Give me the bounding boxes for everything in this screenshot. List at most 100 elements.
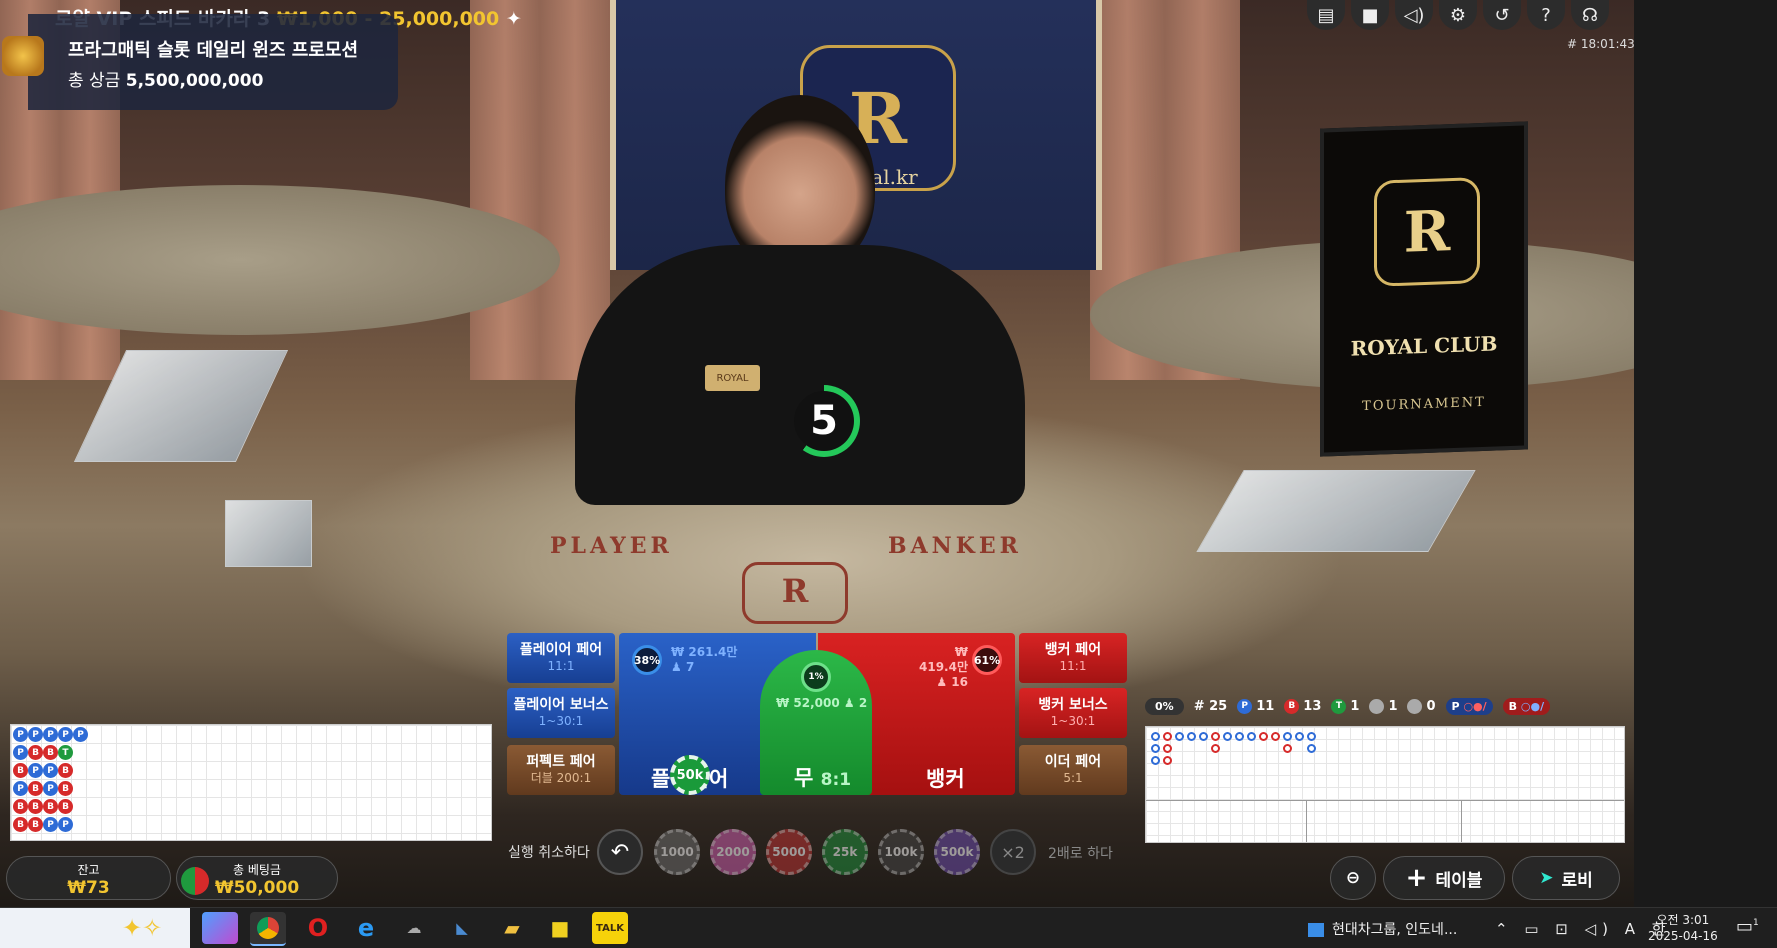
bead-P: P xyxy=(28,727,43,742)
card-stack xyxy=(225,500,312,567)
stats-percent: 0% xyxy=(1145,697,1184,715)
stats-player-pair: 1 xyxy=(1369,698,1397,714)
volume-icon[interactable]: ◁) xyxy=(1395,0,1433,30)
copilot-icon[interactable] xyxy=(202,912,238,944)
sticky-notes-icon[interactable]: ■ xyxy=(542,912,578,944)
bead-B: B xyxy=(28,817,43,832)
chip-100k[interactable]: 100k xyxy=(878,829,924,875)
predict-player[interactable]: P ○●/ xyxy=(1445,697,1493,715)
bead-B: B xyxy=(43,799,58,814)
promo-banner[interactable]: 프라그매틱 슬롯 데일리 윈즈 프로모션 총 상금 5,500,000,000 xyxy=(2,14,398,110)
history-icon[interactable]: ↺ xyxy=(1483,0,1521,30)
bead-P: P xyxy=(43,727,58,742)
bet-tie[interactable]: 1% ₩ 52,000 ♟ 2 무 8:1 xyxy=(760,650,872,795)
tie-label: 무 8:1 xyxy=(794,766,852,790)
stats-tie: T1 xyxy=(1331,698,1359,714)
clock[interactable]: 오전 3:01 2025-04-16 xyxy=(1648,912,1718,944)
felt-crest: R xyxy=(742,562,848,624)
banker-stats: ₩ 419.4만 ♟ 16 xyxy=(919,645,968,689)
app-icon[interactable]: ☁ xyxy=(396,912,432,944)
placed-chip: 50k xyxy=(670,755,710,795)
double-button[interactable]: ×2 xyxy=(990,829,1036,875)
news-widget[interactable]: 현대차그룹, 인도네... xyxy=(1308,919,1457,939)
banker-dot-icon: B xyxy=(1284,698,1300,714)
kakaotalk-icon[interactable]: TALK xyxy=(592,912,628,944)
bead-B: B xyxy=(13,817,28,832)
chat-icon[interactable]: ▤ xyxy=(1307,0,1345,30)
sparkle-icon: ✦✧ xyxy=(122,914,163,942)
folder-icon[interactable]: ▰ xyxy=(494,912,530,944)
banker-percent: 61% xyxy=(972,645,1002,675)
bead-P: P xyxy=(28,763,43,778)
bet-banker-pair[interactable]: 뱅커 페어 11:1 xyxy=(1019,633,1127,683)
double-label: 2배로 하다 xyxy=(1048,846,1113,862)
road-stats: 0% # 25 P 11 B 13 T1 1 0 P ○●/ B ○●/ xyxy=(1145,694,1623,718)
chip-25k[interactable]: 25k xyxy=(822,829,868,875)
table-button[interactable]: + 테이블 xyxy=(1383,856,1505,900)
bet-perfect-pair[interactable]: 퍼펙트 페어 더블 200:1 xyxy=(507,745,615,795)
taskbar-search[interactable]: ✦✧ xyxy=(0,908,190,948)
balance-value: ₩73 xyxy=(67,878,110,898)
stats-player: P 11 xyxy=(1237,698,1274,714)
undo-button[interactable]: ↶ xyxy=(597,829,643,875)
derived-roads xyxy=(1145,726,1625,843)
bead-B: B xyxy=(13,763,28,778)
bead-T: T xyxy=(58,745,73,760)
chip-1000[interactable]: 1000 xyxy=(654,829,700,875)
windows-taskbar: ✦✧ O e ☁ ◣ ▰ ■ TALK 현대차그룹, 인도네... ⌃ ▭ ⊡ … xyxy=(0,907,1777,948)
bead-P: P xyxy=(13,745,28,760)
promo-prize: 총 상금 5,500,000,000 xyxy=(68,71,264,91)
news-icon xyxy=(1308,923,1324,937)
bead-P: P xyxy=(43,781,58,796)
help-icon[interactable]: ? xyxy=(1527,0,1565,30)
support-icon[interactable]: ☊ xyxy=(1571,0,1609,30)
right-margin xyxy=(1634,0,1777,907)
promo-title: 프라그매틱 슬롯 데일리 윈즈 프로모션 xyxy=(68,40,359,61)
royal-club-board: R ROYAL CLUB TOURNAMENT xyxy=(1320,121,1528,457)
undo-icon: ↶ xyxy=(610,839,630,865)
bead-P: P xyxy=(58,727,73,742)
chrome-icon[interactable] xyxy=(250,912,286,946)
felt-player-label: PLAYER xyxy=(550,533,673,559)
bead-B: B xyxy=(28,799,43,814)
bead-P: P xyxy=(43,763,58,778)
bet-shape-button[interactable]: ⊖ xyxy=(1330,856,1376,900)
bet-banker-bonus[interactable]: 뱅커 보너스 1~30:1 xyxy=(1019,688,1127,738)
felt-banker-label: BANKER xyxy=(888,533,1022,559)
stats-rounds: # 25 xyxy=(1193,698,1228,714)
bead-B: B xyxy=(28,781,43,796)
app2-icon[interactable]: ◣ xyxy=(444,912,480,944)
bet-player-bonus[interactable]: 플레이어 보너스 1~30:1 xyxy=(507,688,615,738)
bet-either-pair[interactable]: 이더 페어 5:1 xyxy=(1019,745,1127,795)
gear-icon[interactable]: ⚙ xyxy=(1439,0,1477,30)
pin-icon[interactable]: ✦ xyxy=(506,8,522,30)
treasure-icon xyxy=(2,36,44,76)
bead-B: B xyxy=(43,745,58,760)
game-id: # 18:01:43 xyxy=(1567,37,1635,51)
top-toolbar: ▤ ■ ◁) ⚙ ↺ ? ☊ xyxy=(1307,0,1609,30)
chip-2000[interactable]: 2000 xyxy=(710,829,756,875)
stats-banker-pair: 0 xyxy=(1407,698,1436,714)
notification-icon[interactable]: ▭1 xyxy=(1736,916,1759,937)
bead-P: P xyxy=(13,781,28,796)
bet-player-pair[interactable]: 플레이어 페어 11:1 xyxy=(507,633,615,683)
chip-500k[interactable]: 500k xyxy=(934,829,980,875)
balance-display: 잔고 ₩73 xyxy=(6,856,171,900)
lobby-button[interactable]: ➤ 로비 xyxy=(1512,856,1620,900)
video-icon[interactable]: ■ xyxy=(1351,0,1389,30)
countdown-timer: 5 xyxy=(788,385,860,457)
dealer-badge: ROYAL xyxy=(705,365,760,391)
board-club: ROYAL CLUB xyxy=(1350,331,1498,361)
system-tray[interactable]: ⌃ ▭ ⊡ ◁) A 한 xyxy=(1495,918,1672,939)
player-pair-icon xyxy=(1369,698,1385,714)
opera-icon[interactable]: O xyxy=(300,912,336,944)
predict-banker[interactable]: B ○●/ xyxy=(1502,697,1551,715)
ie-icon[interactable]: e xyxy=(348,912,384,944)
tie-dot-icon: T xyxy=(1331,698,1347,714)
countdown-value: 5 xyxy=(794,391,854,451)
chip-5000[interactable]: 5000 xyxy=(766,829,812,875)
bead-B: B xyxy=(28,745,43,760)
bead-B: B xyxy=(13,799,28,814)
bead-P: P xyxy=(13,727,28,742)
player-stats: ₩ 261.4만 ♟ 7 xyxy=(671,645,738,674)
